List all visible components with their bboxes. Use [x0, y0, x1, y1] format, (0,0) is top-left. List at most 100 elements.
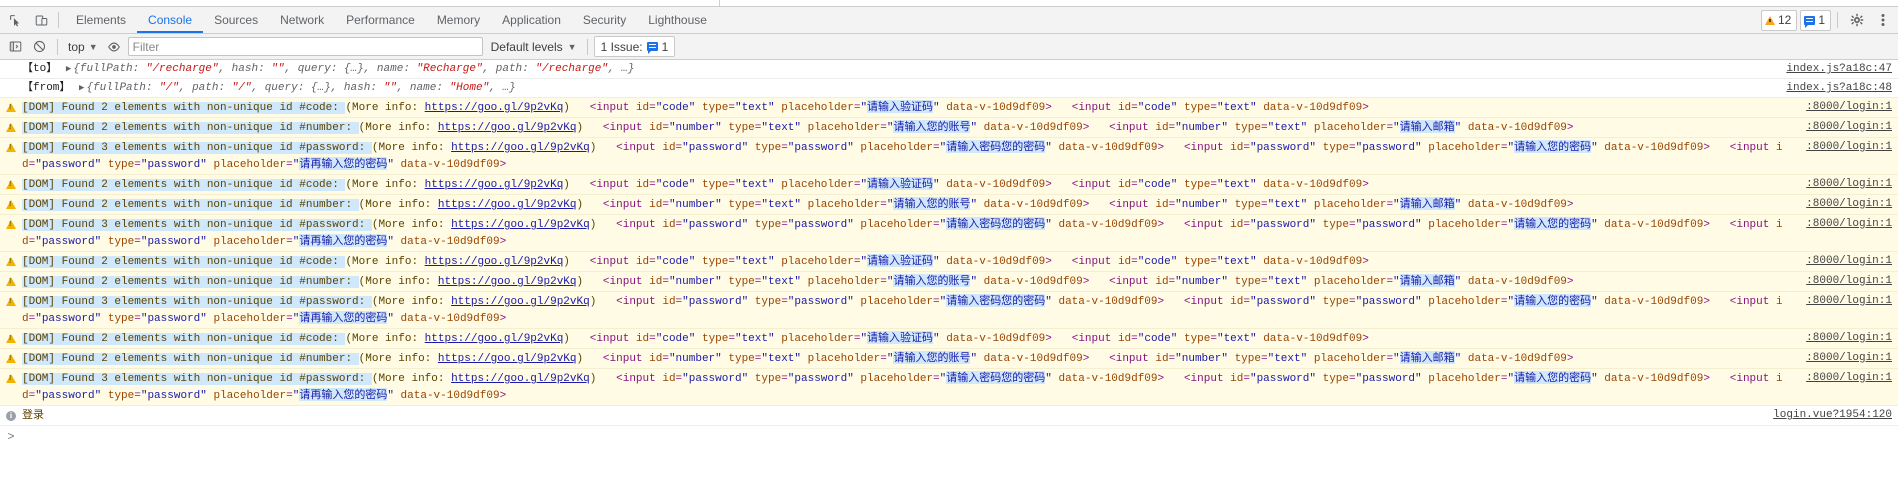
- attr-name-token: type: [701, 256, 729, 268]
- issues-button[interactable]: 1 Issue: 1: [593, 36, 676, 57]
- more-info-text: ): [563, 179, 570, 191]
- attr-value-token: ": [1045, 296, 1052, 308]
- tab-elements[interactable]: Elements: [65, 7, 137, 33]
- source-link[interactable]: :8000/login:1: [1806, 350, 1892, 366]
- log-levels-selector[interactable]: Default levels ▼: [487, 37, 581, 57]
- attr-name-token: type: [1322, 373, 1349, 385]
- eq-token: =: [134, 313, 141, 325]
- live-expression-eye-icon[interactable]: [102, 36, 126, 58]
- tab-performance[interactable]: Performance: [335, 7, 426, 33]
- settings-gear-icon[interactable]: [1844, 8, 1870, 32]
- tab-lighthouse[interactable]: Lighthouse: [637, 7, 718, 33]
- attr-value-token: "password": [35, 313, 102, 325]
- source-link[interactable]: :8000/login:1: [1806, 119, 1892, 135]
- message-bubble-icon: [1804, 15, 1816, 28]
- attr-name-token: type: [1183, 102, 1211, 114]
- tab-console[interactable]: Console: [137, 7, 204, 33]
- source-link[interactable]: :8000/login:1: [1806, 139, 1892, 155]
- console-message-list[interactable]: 【to】 ▶ {fullPath: "/recharge", hash: "", …: [0, 60, 1898, 466]
- source-link[interactable]: :8000/login:1: [1806, 293, 1892, 309]
- tag-token: <input: [602, 199, 650, 211]
- more-info-link[interactable]: https://goo.gl/9p2vKq: [451, 373, 590, 385]
- attr-value-token: ": [933, 102, 940, 114]
- message-counter[interactable]: 1: [1800, 9, 1831, 31]
- tab-label: Performance: [346, 13, 415, 27]
- placeholder-value-token: 请输入您的密码: [1514, 140, 1592, 153]
- device-toolbar-icon[interactable]: [28, 8, 54, 32]
- source-link[interactable]: :8000/login:1: [1806, 370, 1892, 386]
- object-token: , path:: [482, 63, 536, 75]
- placeholder-value-token: 请输入您的账号: [893, 274, 971, 287]
- tab-network[interactable]: Network: [269, 7, 335, 33]
- attr-name-token: data-v-10d9df09: [1263, 333, 1363, 345]
- source-link[interactable]: :8000/login:1: [1806, 176, 1892, 192]
- console-row-warning: [DOM] Found 2 elements with non-unique i…: [0, 98, 1898, 118]
- more-options-icon[interactable]: [1870, 8, 1896, 32]
- tag-token: <input: [589, 333, 636, 345]
- console-row-info: i 登录 login.vue?1954:120: [0, 406, 1898, 426]
- attr-name-token: type: [728, 276, 755, 288]
- more-info-link[interactable]: https://goo.gl/9p2vKq: [438, 199, 577, 211]
- more-info-text: (More info:: [358, 122, 438, 134]
- execution-context-selector[interactable]: top ▼: [64, 37, 102, 57]
- tab-sources[interactable]: Sources: [203, 7, 269, 33]
- eq-token: =: [1243, 219, 1250, 231]
- more-info-link[interactable]: https://goo.gl/9p2vKq: [451, 142, 590, 154]
- console-prompt-row[interactable]: >: [0, 426, 1898, 445]
- attr-name-token: data-v-10d9df09: [1604, 219, 1704, 231]
- inspect-element-icon[interactable]: [2, 8, 28, 32]
- tag-token: <input: [602, 122, 650, 134]
- attr-name-token: type: [1322, 296, 1349, 308]
- source-link[interactable]: :8000/login:1: [1806, 273, 1892, 289]
- tab-memory[interactable]: Memory: [426, 7, 491, 33]
- source-link[interactable]: :8000/login:1: [1806, 196, 1892, 212]
- console-sidebar-toggle-icon[interactable]: [3, 36, 27, 58]
- eq-token: =: [1131, 333, 1138, 345]
- eq-token: =: [1131, 179, 1138, 191]
- attr-name-token: data-v-10d9df09: [400, 159, 500, 171]
- placeholder-value-token: 请输入密码您的密码: [946, 217, 1046, 230]
- source-link[interactable]: :8000/login:1: [1806, 99, 1892, 115]
- eq-token: =: [1260, 122, 1268, 134]
- source-link[interactable]: :8000/login:1: [1806, 330, 1892, 346]
- source-link[interactable]: login.vue?1954:120: [1773, 407, 1892, 423]
- source-link[interactable]: :8000/login:1: [1806, 216, 1892, 232]
- attr-name-token: data-v-10d9df09: [400, 236, 500, 248]
- more-info-link[interactable]: https://goo.gl/9p2vKq: [425, 179, 564, 191]
- more-info-link[interactable]: https://goo.gl/9p2vKq: [425, 256, 564, 268]
- attr-name-token: data-v-10d9df09: [1058, 373, 1158, 385]
- attr-name-token: data-v-10d9df09: [1467, 199, 1567, 211]
- eq-token: =: [933, 219, 940, 231]
- more-info-link[interactable]: https://goo.gl/9p2vKq: [425, 333, 564, 345]
- clear-console-icon[interactable]: [27, 36, 51, 58]
- expand-triangle-icon[interactable]: ▶: [64, 64, 73, 74]
- more-info-link[interactable]: https://goo.gl/9p2vKq: [425, 102, 564, 114]
- attr-name-token: type: [107, 313, 135, 325]
- more-info-link[interactable]: https://goo.gl/9p2vKq: [451, 219, 590, 231]
- page-top-stripe: [0, 0, 1898, 7]
- more-info-link[interactable]: https://goo.gl/9p2vKq: [451, 296, 590, 308]
- route-direction-label: 【to】: [22, 63, 58, 75]
- source-link[interactable]: index.js?a18c:48: [1786, 80, 1892, 96]
- attr-name-token: data-v-10d9df09: [946, 179, 1046, 191]
- tag-token: <input: [616, 142, 663, 154]
- more-info-link[interactable]: https://goo.gl/9p2vKq: [438, 276, 577, 288]
- row-content: [DOM] Found 3 elements with non-unique i…: [22, 216, 1898, 250]
- console-row-warning: [DOM] Found 2 elements with non-unique i…: [0, 252, 1898, 272]
- warning-counter[interactable]: 12: [1760, 9, 1798, 31]
- attr-value-token: "number": [1175, 276, 1228, 288]
- source-link[interactable]: index.js?a18c:47: [1786, 61, 1892, 77]
- more-info-link[interactable]: https://goo.gl/9p2vKq: [438, 122, 577, 134]
- tab-security[interactable]: Security: [572, 7, 637, 33]
- source-link[interactable]: :8000/login:1: [1806, 253, 1892, 269]
- attr-value-token: ": [1393, 199, 1400, 211]
- more-info-link[interactable]: https://goo.gl/9p2vKq: [438, 353, 577, 365]
- row-gutter: [0, 253, 22, 266]
- more-info-text: (More info:: [358, 276, 438, 288]
- attr-name-token: id: [1230, 219, 1244, 231]
- tab-application[interactable]: Application: [491, 7, 572, 33]
- object-token: {: [73, 63, 80, 75]
- placeholder-value-token: 请输入您的密码: [1514, 371, 1592, 384]
- filter-input[interactable]: [127, 37, 483, 56]
- row-gutter: [0, 370, 22, 383]
